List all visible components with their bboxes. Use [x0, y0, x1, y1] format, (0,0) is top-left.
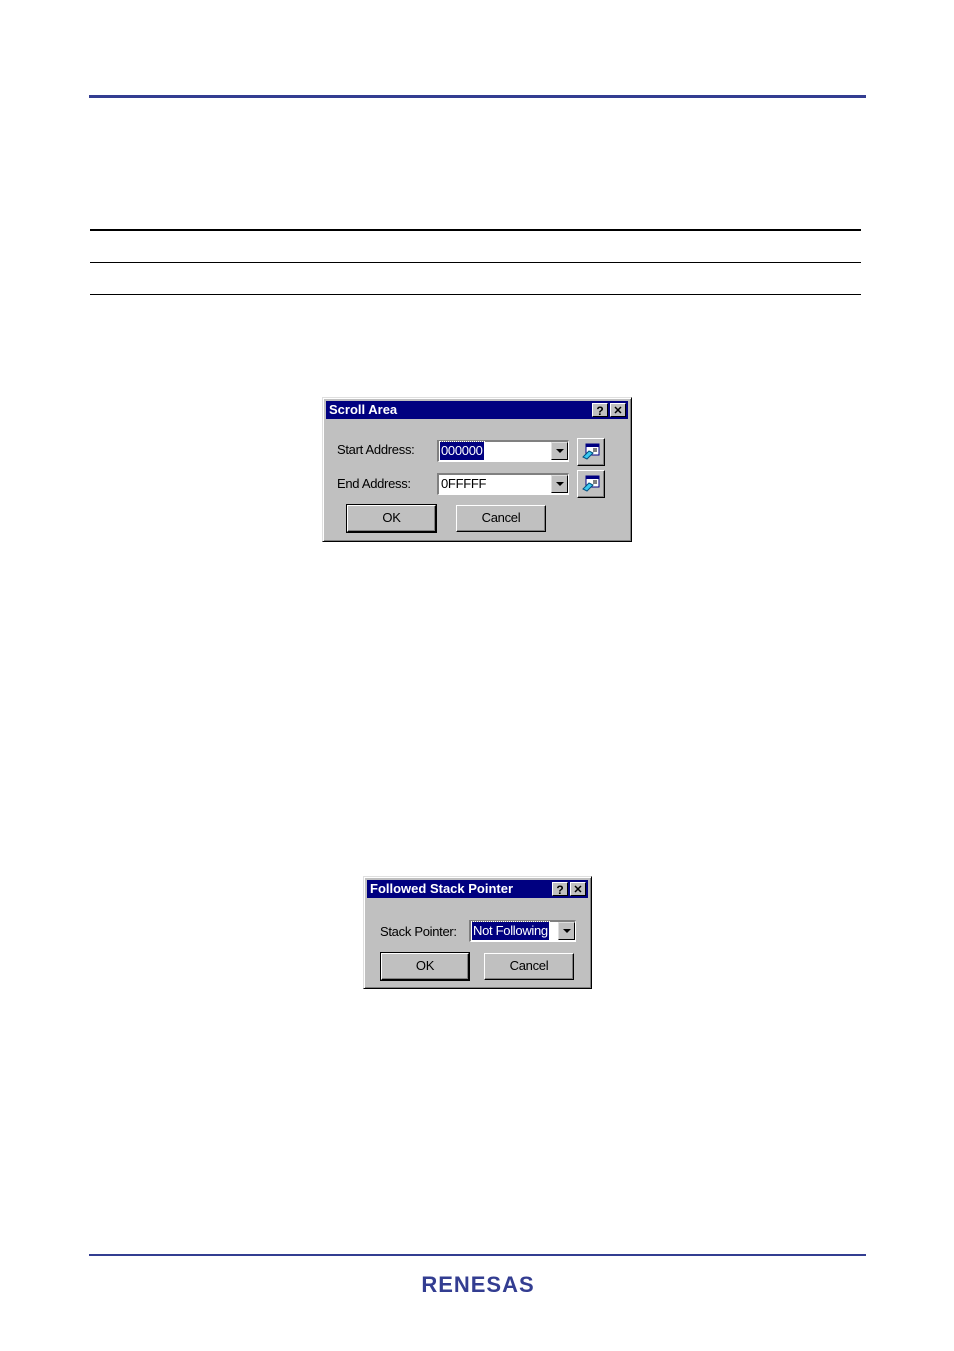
stack-pointer-select[interactable]: Not Following: [469, 920, 576, 942]
end-address-value[interactable]: 0FFFFF: [440, 475, 487, 493]
footer-rule: [89, 1254, 866, 1256]
label-tag-icon: [582, 443, 600, 460]
close-icon[interactable]: ✕: [570, 882, 586, 896]
header-rule: [89, 95, 866, 98]
dialog-title: Followed Stack Pointer: [370, 881, 514, 896]
help-icon[interactable]: ?: [592, 403, 608, 418]
followed-stack-pointer-dialog: Followed Stack Pointer ? ✕ Stack Pointer…: [363, 876, 592, 989]
cancel-button[interactable]: Cancel: [456, 505, 546, 532]
close-icon[interactable]: ✕: [610, 403, 626, 417]
end-address-combo[interactable]: 0FFFFF: [437, 473, 569, 495]
chevron-down-icon[interactable]: [551, 475, 568, 493]
help-icon[interactable]: ?: [552, 882, 568, 897]
scroll-area-dialog: Scroll Area ? ✕ Start Address: 000000 En…: [322, 397, 632, 542]
cancel-button[interactable]: Cancel: [484, 953, 574, 980]
table-bottom-rule: [90, 294, 861, 295]
ok-button[interactable]: OK: [346, 504, 437, 533]
start-address-label-button[interactable]: [577, 438, 605, 466]
brand-text: RENESAS: [421, 1272, 534, 1296]
table-header-rule: [90, 262, 861, 263]
end-address-label: End Address:: [337, 476, 411, 491]
dialog-title: Scroll Area: [329, 402, 398, 417]
dialog-titlebar: Scroll Area ? ✕: [326, 401, 628, 419]
start-address-label: Start Address:: [337, 442, 415, 457]
end-address-label-button[interactable]: [577, 470, 605, 498]
chevron-down-icon[interactable]: [558, 922, 575, 940]
start-address-value[interactable]: 000000: [439, 441, 485, 461]
stack-pointer-label: Stack Pointer:: [380, 924, 457, 939]
start-address-combo[interactable]: 000000: [437, 440, 569, 462]
table-top-rule: [90, 229, 861, 231]
stack-pointer-value[interactable]: Not Following: [471, 921, 550, 941]
renesas-logo: RENESAS: [421, 1272, 534, 1296]
label-tag-icon: [582, 475, 600, 492]
chevron-down-icon[interactable]: [551, 442, 568, 460]
dialog-titlebar: Followed Stack Pointer ? ✕: [367, 880, 588, 898]
ok-button[interactable]: OK: [380, 952, 470, 981]
